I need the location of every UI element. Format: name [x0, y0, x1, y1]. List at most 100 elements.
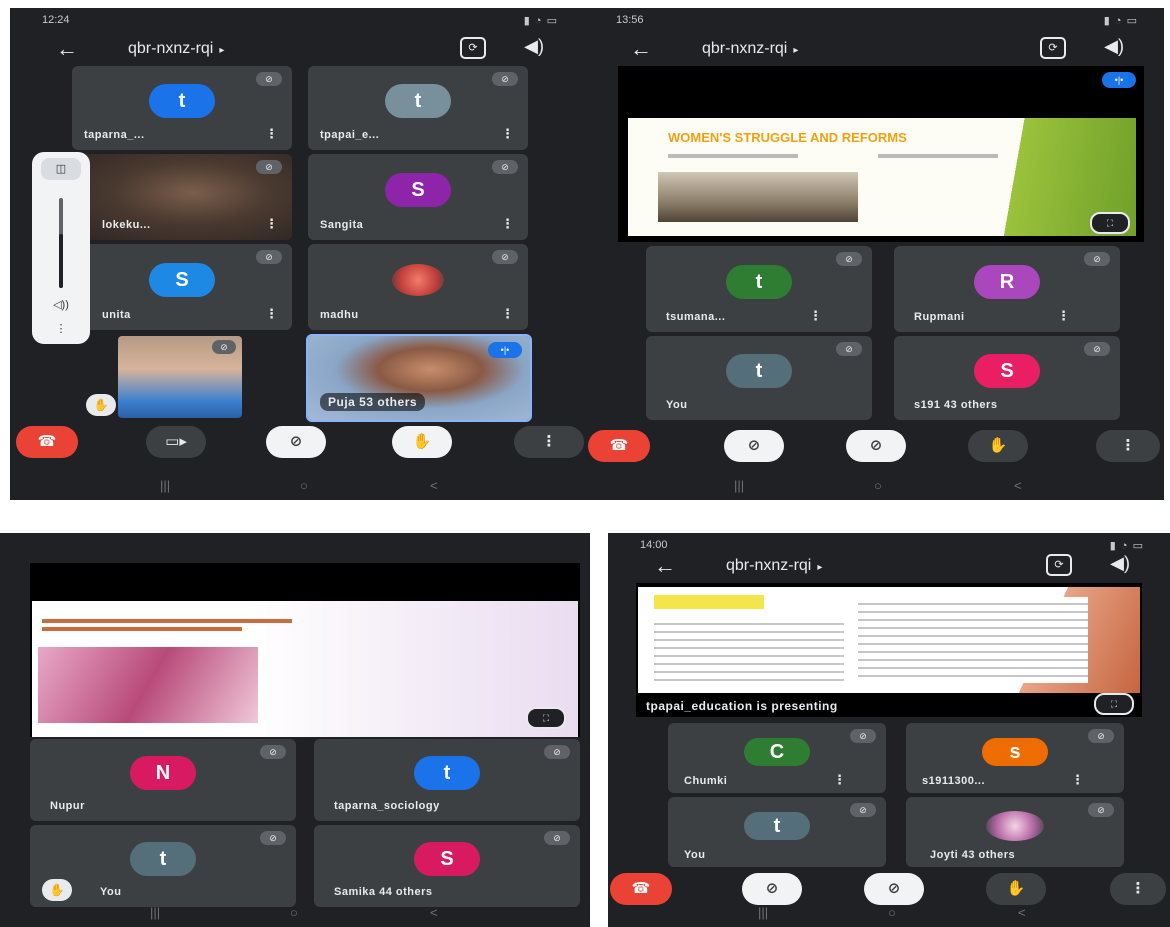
nav-home-icon[interactable]: ○ — [874, 478, 882, 493]
profile-picture — [986, 811, 1044, 842]
fullscreen-icon[interactable]: ⛶ — [1094, 693, 1134, 715]
nav-recent-icon[interactable]: ||| — [758, 905, 768, 920]
meeting-title[interactable]: qbr-nxnz-rqi ▸ — [702, 40, 798, 58]
more-vert-icon[interactable]: ⋮ — [501, 216, 514, 232]
mic-off-icon: ⊘ — [850, 729, 876, 743]
status-bar: 12:24 ▮ ◔ ▭ — [10, 8, 584, 32]
camera-toggle-button[interactable]: ⊘ — [724, 430, 784, 462]
android-nav-bar: ||| ○ < — [608, 901, 1170, 927]
more-vert-icon[interactable]: ⋮ — [1071, 772, 1084, 788]
raise-hand-icon: ✋ — [86, 394, 116, 416]
participant-tile[interactable]: ⊘ t tpapai_e... ⋮ — [308, 66, 528, 150]
participant-tile[interactable]: ⊘ N Nupur — [30, 739, 296, 821]
nav-back-icon[interactable]: < — [1014, 478, 1022, 493]
speaker-icon[interactable]: ◀) — [1110, 553, 1130, 574]
fullscreen-icon[interactable]: ⛶ — [1090, 212, 1130, 234]
vibrate-icon[interactable]: ◫ — [41, 158, 81, 180]
participant-tile[interactable]: ⊘ t You — [668, 797, 886, 867]
more-options-button[interactable]: ⋮ — [1096, 430, 1160, 462]
more-vert-icon[interactable]: ⋮ — [501, 306, 514, 322]
shared-slide — [638, 587, 1140, 693]
meeting-header: ← qbr-nxnz-rqi ▸ ⟳ ◀) — [608, 551, 1170, 585]
participant-tile[interactable]: ⊘ t You — [646, 336, 872, 420]
speaking-indicator-icon: •|• — [488, 342, 522, 358]
nav-home-icon[interactable]: ○ — [300, 478, 308, 493]
camera-toggle-button[interactable]: ▭▸ — [146, 426, 206, 458]
volume-slider[interactable] — [59, 198, 63, 288]
participant-tile[interactable]: ⊘ R Rupmani ⋮ — [894, 246, 1120, 332]
camera-switch-icon[interactable]: ⟳ — [1040, 37, 1066, 59]
more-vert-icon[interactable]: ⋮ — [1057, 308, 1070, 324]
presentation-area[interactable]: ⛶ — [30, 563, 580, 737]
slide-heading-line — [42, 619, 292, 623]
speaker-icon[interactable]: ◁)) — [32, 298, 90, 311]
participant-tile[interactable]: ⊘ s s1911300... ⋮ — [906, 723, 1124, 793]
participant-tile[interactable]: ⊘ S Samika 44 others — [314, 825, 580, 907]
avatar: t — [744, 812, 810, 841]
nav-recent-icon[interactable]: ||| — [160, 478, 170, 493]
meeting-title[interactable]: qbr-nxnz-rqi ▸ — [128, 40, 224, 58]
end-call-button[interactable]: ☎ — [588, 430, 650, 462]
more-options-button[interactable]: ⋮ — [514, 426, 584, 458]
mic-off-icon: ⊘ — [544, 831, 570, 845]
nav-back-icon[interactable]: < — [430, 478, 438, 493]
self-view-video[interactable]: ⊘ — [118, 336, 242, 418]
speaker-icon[interactable]: ◀) — [1104, 36, 1124, 57]
meeting-title[interactable]: qbr-nxnz-rqi ▸ — [726, 557, 822, 575]
more-vert-icon[interactable]: ⋮ — [833, 772, 846, 788]
camera-switch-icon[interactable]: ⟳ — [1046, 554, 1072, 576]
presenting-caption: tpapai_education is presenting — [646, 699, 838, 713]
slide-image — [658, 172, 858, 222]
meeting-header: ← qbr-nxnz-rqi ▸ ⟳ ◀) — [10, 34, 584, 68]
mic-toggle-button[interactable]: ⊘ — [266, 426, 326, 458]
meet-screenshot-4: 14:00 ▮ ◔ ▭ ← qbr-nxnz-rqi▸ ⟳ ◀) •|• tpa… — [608, 533, 1170, 927]
more-vert-icon[interactable]: ⋮ — [501, 126, 514, 142]
nav-back-icon[interactable]: < — [430, 905, 438, 920]
presentation-area[interactable]: •|• tpapai_education is presenting ⛶ — [636, 583, 1142, 717]
more-vert-icon[interactable]: ⋮ — [809, 308, 822, 324]
nav-back-icon[interactable]: < — [1018, 905, 1026, 920]
more-vert-icon[interactable]: ⋮ — [265, 216, 278, 232]
participant-tile[interactable]: ⊘ t taparna_sociology — [314, 739, 580, 821]
call-controls: ☎ ⊘ ⊘ ✋ ⋮ — [584, 430, 1164, 464]
more-vert-icon[interactable]: ⋮ — [265, 306, 278, 322]
participant-tile[interactable]: ⊘ C Chumki ⋮ — [668, 723, 886, 793]
participant-tile[interactable]: ⊘ t taparna_... ⋮ — [72, 66, 292, 150]
participant-tile[interactable]: ⊘ madhu ⋮ — [308, 244, 528, 330]
participant-tile[interactable]: ⊘ t tsumana... ⋮ — [646, 246, 872, 332]
mic-toggle-button[interactable]: ⊘ — [846, 430, 906, 462]
participant-tile[interactable]: ⊘ t You ✋ — [30, 825, 296, 907]
end-call-button[interactable]: ☎ — [16, 426, 78, 458]
nav-home-icon[interactable]: ○ — [888, 905, 896, 920]
avatar: S — [149, 263, 215, 298]
mic-off-icon: ⊘ — [492, 72, 518, 86]
meet-screenshot-1: 12:24 ▮ ◔ ▭ ← qbr-nxnz-rqi ▸ ⟳ ◀) ⊘ t tap… — [10, 8, 584, 500]
more-vert-icon[interactable]: ⋮ — [265, 126, 278, 142]
nav-home-icon[interactable]: ○ — [290, 905, 298, 920]
participant-name: s191 43 others — [914, 399, 998, 411]
speaker-icon[interactable]: ◀) — [524, 36, 544, 57]
raise-hand-button[interactable]: ✋ — [968, 430, 1028, 462]
participant-name: Chumki — [684, 775, 728, 787]
participant-tile[interactable]: •|• Puja 53 others — [306, 334, 532, 422]
participant-name: tpapai_e... — [320, 129, 380, 141]
presentation-area[interactable]: •|• WOMEN'S STRUGGLE AND REFORMS ⛶ — [618, 66, 1144, 242]
meeting-header: ← qbr-nxnz-rqi ▸ ⟳ ◀) — [584, 34, 1164, 68]
volume-settings-icon[interactable]: ⋮ — [32, 322, 90, 335]
participant-tile[interactable]: ⊘ S Sangita ⋮ — [308, 154, 528, 240]
participant-tile[interactable]: ⊘ S unita ⋮ — [72, 244, 292, 330]
nav-recent-icon[interactable]: ||| — [150, 905, 160, 920]
nav-recent-icon[interactable]: ||| — [734, 478, 744, 493]
raise-hand-button[interactable]: ✋ — [392, 426, 452, 458]
back-arrow-icon[interactable]: ← — [654, 553, 676, 579]
meeting-code: qbr-nxnz-rqi — [128, 40, 214, 57]
fullscreen-icon[interactable]: ⛶ — [526, 707, 566, 729]
participant-tile[interactable]: ⊘ lokeku... ⋮ — [72, 154, 292, 240]
back-arrow-icon[interactable]: ← — [56, 36, 78, 62]
back-arrow-icon[interactable]: ← — [630, 36, 652, 62]
participant-tile[interactable]: ⊘ Joyti 43 others — [906, 797, 1124, 867]
participant-tile[interactable]: ⊘ S s191 43 others — [894, 336, 1120, 420]
camera-switch-icon[interactable]: ⟳ — [460, 37, 486, 59]
volume-panel[interactable]: ◫ ◁)) ⋮ — [32, 152, 90, 344]
mic-off-icon: ⊘ — [836, 342, 862, 356]
